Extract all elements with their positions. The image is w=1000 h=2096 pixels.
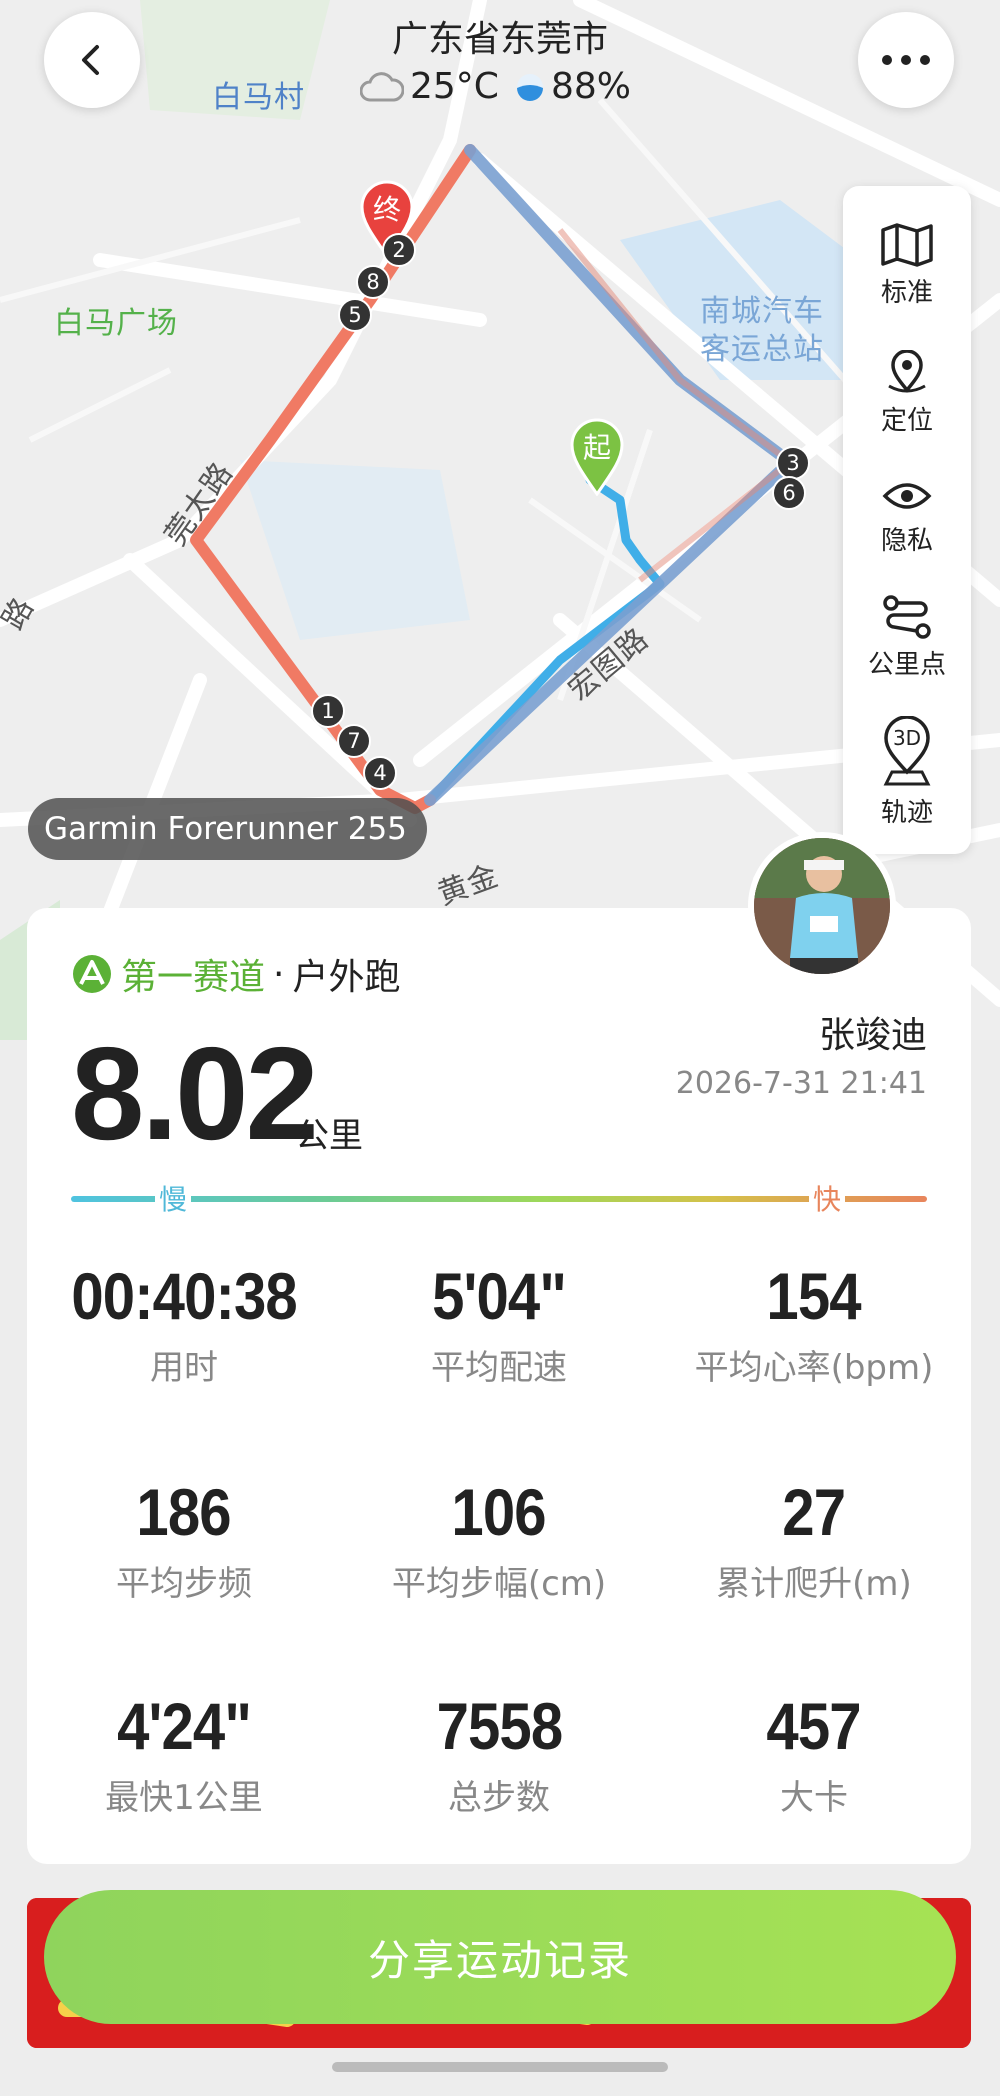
stat-label: 平均步幅(cm) — [391, 1564, 607, 1604]
stat-value: 4'24" — [117, 1689, 252, 1763]
stat-value: 5'04" — [432, 1259, 567, 1333]
stat-label: 平均心率(bpm) — [694, 1348, 934, 1388]
map-label-bus-station-2: 客运总站 — [700, 332, 824, 367]
stat-label: 大卡 — [780, 1778, 848, 1818]
more-icon — [882, 55, 930, 65]
tool-3d-track[interactable]: 3D 轨迹 — [843, 715, 971, 829]
stat-label: 总步数 — [448, 1778, 550, 1818]
3d-track-icon: 3D — [878, 715, 936, 788]
km-point[interactable]: 1 — [311, 694, 345, 728]
stat-avg-cadence: 186 平均步频 — [27, 1474, 341, 1605]
brand-row: 第一赛道 · 户外跑 — [71, 948, 400, 1000]
distance-unit: 公里 — [295, 1116, 363, 1156]
km-point[interactable]: 2 — [382, 233, 416, 267]
activity-type: 户外跑 — [292, 957, 401, 998]
3d-badge: 3D — [892, 726, 922, 750]
tool-km-points-label: 公里点 — [867, 650, 946, 680]
brand-separator: · — [273, 953, 285, 995]
brand-logo-icon — [73, 955, 111, 993]
brand-name: 第一赛道 — [121, 957, 266, 998]
tool-locate[interactable]: 定位 — [843, 350, 971, 437]
locate-icon — [888, 350, 926, 393]
km-point[interactable]: 7 — [337, 724, 371, 758]
stat-elevation-gain: 27 累计爬升(m) — [657, 1474, 971, 1605]
tool-locate-label: 定位 — [880, 406, 933, 436]
pace-fast-label: 快 — [809, 1178, 846, 1218]
tool-3d-track-label: 轨迹 — [880, 798, 933, 828]
start-marker[interactable]: 起 — [570, 418, 624, 496]
back-button[interactable] — [44, 12, 140, 108]
stat-value: 457 — [766, 1689, 862, 1763]
stat-label: 平均步频 — [116, 1564, 252, 1604]
km-point[interactable]: 5 — [338, 298, 372, 332]
tool-privacy-label: 隐私 — [880, 526, 933, 556]
stat-label: 平均配速 — [431, 1348, 567, 1388]
tool-standard[interactable]: 标准 — [843, 222, 971, 309]
tool-standard-label: 标准 — [880, 278, 933, 308]
map-icon — [881, 223, 933, 267]
stat-value: 186 — [136, 1475, 232, 1549]
route-icon — [883, 595, 931, 639]
weather-info: 25°C 88% — [360, 66, 631, 107]
stat-value: 27 — [782, 1475, 847, 1549]
location-title: 广东省东莞市 — [391, 19, 608, 60]
map-toolbar: 标准 定位 隐私 公里点 3D 轨迹 — [843, 186, 971, 854]
stat-value: 7558 — [436, 1689, 563, 1763]
home-indicator — [332, 2062, 668, 2072]
stat-duration: 00:40:38 用时 — [27, 1258, 341, 1389]
summary-card: 第一赛道 · 户外跑 8.02 公里 张竣迪 2026-7-31 21:41 慢… — [27, 908, 971, 1864]
stat-total-steps: 7558 总步数 — [342, 1688, 656, 1819]
device-chip: Garmin Forerunner 255 — [28, 798, 427, 860]
km-point[interactable]: 8 — [356, 265, 390, 299]
end-marker-label: 终 — [372, 193, 401, 226]
stat-avg-pace: 5'04" 平均配速 — [342, 1258, 656, 1389]
avatar[interactable] — [748, 832, 896, 980]
humidity: 88% — [550, 66, 631, 107]
stat-value: 106 — [451, 1475, 547, 1549]
tool-km-points[interactable]: 公里点 — [843, 594, 971, 681]
stat-avg-heart-rate: 154 平均心率(bpm) — [657, 1258, 971, 1389]
stat-label: 累计爬升(m) — [716, 1564, 912, 1604]
km-point[interactable]: 3 — [776, 446, 810, 480]
stat-calories: 457 大卡 — [657, 1688, 971, 1819]
stat-value: 154 — [766, 1259, 862, 1333]
more-button[interactable] — [858, 12, 954, 108]
stat-avg-stride: 106 平均步幅(cm) — [342, 1474, 656, 1605]
humidity-icon — [516, 73, 543, 101]
tool-privacy[interactable]: 隐私 — [843, 476, 971, 557]
stat-label: 最快1公里 — [105, 1778, 263, 1818]
km-point[interactable]: 6 — [772, 476, 806, 510]
runner-photo — [754, 838, 890, 974]
stat-value: 00:40:38 — [71, 1259, 297, 1333]
stat-label: 用时 — [150, 1348, 218, 1388]
start-marker-label: 起 — [582, 431, 611, 464]
pace-gradient-bar — [71, 1196, 927, 1202]
km-point[interactable]: 4 — [363, 756, 397, 790]
map-label-baimacun: 白马村 — [212, 80, 305, 115]
temperature: 25°C — [410, 66, 499, 107]
cloud-icon — [360, 71, 404, 101]
user-name: 张竣迪 — [818, 1015, 927, 1056]
distance-value: 8.02 — [71, 1020, 319, 1167]
pace-slow-label: 慢 — [155, 1178, 192, 1218]
share-workout-button[interactable]: 分享运动记录 — [44, 1890, 956, 2024]
map-label-baima-square: 白马广场 — [54, 306, 178, 341]
activity-datetime: 2026-7-31 21:41 — [675, 1066, 927, 1101]
eye-icon — [882, 483, 932, 509]
chevron-left-icon — [82, 45, 99, 75]
stat-fastest-km: 4'24" 最快1公里 — [27, 1688, 341, 1819]
